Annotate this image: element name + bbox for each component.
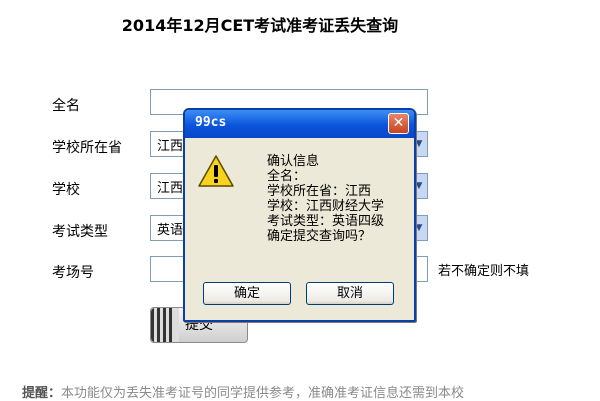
button-grip-decoration bbox=[151, 308, 179, 342]
dialog-line: 全名： bbox=[267, 169, 307, 184]
dialog-line: 考试类型：英语四级 bbox=[267, 214, 385, 229]
dialog-line: 确认信息 bbox=[267, 154, 320, 169]
province-label: 学校所在省 bbox=[52, 140, 122, 156]
dialog-message: 确认信息 全名： 学校所在省：江西 学校：江西财经大学 考试类型：英语四级 确定… bbox=[267, 154, 384, 244]
confirm-dialog: 99cs ✕ 确认信息 全名： 学校所在省：江西 学校：江西财经大学 考试类型：… bbox=[183, 108, 416, 322]
room-hint: 若不确定则不填 bbox=[438, 264, 530, 279]
dialog-title: 99cs bbox=[195, 115, 227, 130]
page-title: 2014年12月CET考试准考证丢失查询 bbox=[121, 16, 399, 35]
name-label: 全名 bbox=[52, 98, 80, 114]
school-value: 江西 bbox=[157, 181, 184, 196]
province-value: 江西 bbox=[157, 139, 184, 154]
room-label: 考场号 bbox=[52, 265, 94, 281]
dialog-line: 确定提交查询吗？ bbox=[267, 229, 372, 244]
cancel-button[interactable]: 取消 bbox=[306, 282, 394, 305]
dialog-line: 学校：江西财经大学 bbox=[267, 199, 385, 214]
notice-prefix: 提醒： bbox=[22, 386, 62, 401]
ok-button[interactable]: 确定 bbox=[203, 282, 291, 305]
warning-icon bbox=[198, 155, 234, 187]
close-icon[interactable]: ✕ bbox=[388, 113, 409, 134]
exam-type-value: 英语 bbox=[157, 223, 184, 238]
dialog-line: 学校所在省：江西 bbox=[267, 184, 372, 199]
exam-type-label: 考试类型 bbox=[52, 224, 108, 240]
notice-text: 本功能仅为丢失准考证号的同学提供参考，准确准考证信息还需到本校 bbox=[61, 386, 465, 401]
dialog-titlebar[interactable]: 99cs ✕ bbox=[185, 110, 414, 138]
school-label: 学校 bbox=[52, 182, 80, 198]
notice: 提醒：本功能仅为丢失准考证号的同学提供参考，准确准考证信息还需到本校 bbox=[22, 382, 464, 401]
